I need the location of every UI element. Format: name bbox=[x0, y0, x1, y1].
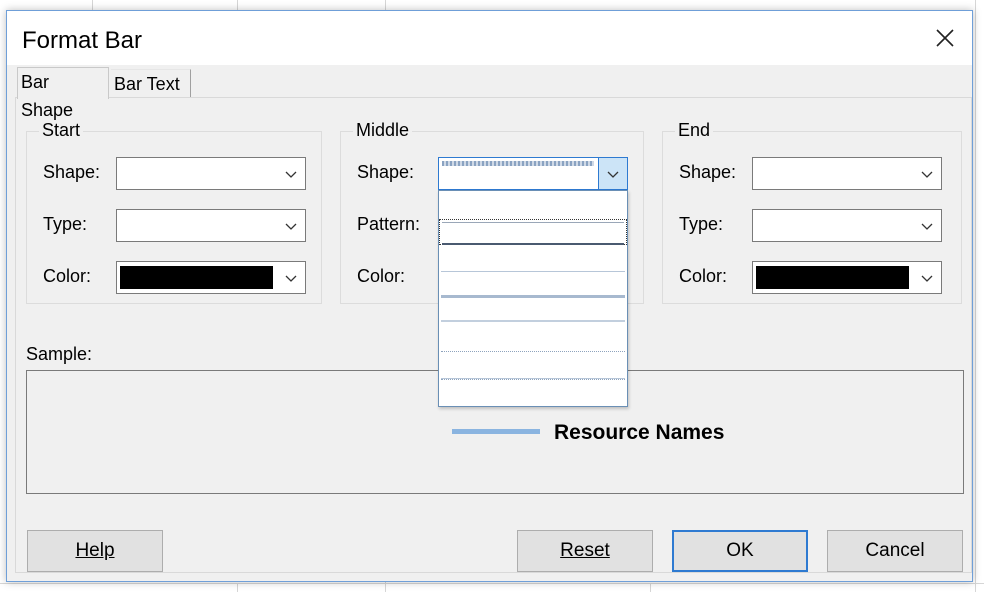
tab-bar-text[interactable]: Bar Text bbox=[111, 69, 191, 97]
end-type-dropdown[interactable] bbox=[752, 209, 942, 242]
shape-option-middle-bar[interactable] bbox=[439, 275, 627, 301]
sample-label: Sample: bbox=[26, 344, 93, 364]
close-icon bbox=[936, 29, 954, 47]
end-shape-label: Shape: bbox=[679, 162, 737, 182]
shape-option-thin-bar[interactable] bbox=[439, 301, 627, 327]
shape-option-full-bar[interactable] bbox=[439, 219, 627, 245]
end-group: End Shape: Type: Color: bbox=[662, 120, 962, 304]
end-type-label: Type: bbox=[679, 214, 724, 234]
cancel-button-label: Cancel bbox=[865, 540, 925, 561]
reset-button-label: Reset bbox=[560, 540, 610, 561]
dialog-title: Format Bar bbox=[22, 27, 143, 54]
middle-pattern-label: Pattern: bbox=[357, 214, 421, 234]
cancel-button[interactable]: Cancel bbox=[827, 530, 963, 572]
chevron-down-icon bbox=[285, 275, 297, 282]
ok-button-label: OK bbox=[726, 540, 754, 561]
title-bar: Format Bar bbox=[7, 11, 972, 65]
start-color-label: Color: bbox=[43, 266, 92, 286]
chevron-down-icon bbox=[285, 223, 297, 230]
tab-bar-shape[interactable]: Bar Shape bbox=[17, 67, 109, 120]
chevron-down-icon bbox=[607, 171, 619, 178]
middle-shape-options-list[interactable] bbox=[438, 190, 628, 407]
sample-bar-text: Resource Names bbox=[554, 421, 725, 444]
shape-option-top-line[interactable] bbox=[439, 247, 627, 273]
shape-preview bbox=[442, 161, 594, 166]
sample-bar bbox=[452, 429, 540, 434]
start-group: Start Shape: Type: Color: bbox=[26, 120, 322, 304]
middle-shape-label: Shape: bbox=[357, 162, 415, 182]
end-shape-dropdown[interactable] bbox=[752, 157, 942, 190]
chevron-down-icon bbox=[285, 171, 297, 178]
middle-color-label: Color: bbox=[357, 266, 406, 286]
start-shape-label: Shape: bbox=[43, 162, 101, 182]
reset-button[interactable]: Reset bbox=[517, 530, 653, 572]
middle-shape-dropdown[interactable] bbox=[438, 157, 628, 190]
start-type-label: Type: bbox=[43, 214, 88, 234]
close-button[interactable] bbox=[926, 21, 964, 55]
shape-option-bottom-line[interactable] bbox=[439, 353, 627, 379]
start-color-dropdown[interactable] bbox=[116, 261, 306, 294]
ok-button[interactable]: OK bbox=[672, 530, 808, 572]
end-color-label: Color: bbox=[679, 266, 728, 286]
color-swatch bbox=[120, 266, 273, 289]
dropdown-arrow-button[interactable] bbox=[598, 158, 627, 189]
middle-group-title: Middle bbox=[353, 120, 413, 141]
color-swatch bbox=[756, 266, 909, 289]
chevron-down-icon bbox=[921, 223, 933, 230]
end-color-dropdown[interactable] bbox=[752, 261, 942, 294]
shape-option-dotted-bar[interactable] bbox=[439, 327, 627, 353]
chevron-down-icon bbox=[921, 171, 933, 178]
end-group-title: End bbox=[675, 120, 714, 141]
shape-option-none[interactable] bbox=[439, 193, 627, 219]
chevron-down-icon bbox=[921, 275, 933, 282]
shape-option-low-bar[interactable] bbox=[439, 379, 627, 405]
help-button-label: Help bbox=[75, 540, 115, 561]
start-shape-dropdown[interactable] bbox=[116, 157, 306, 190]
help-button[interactable]: Help bbox=[27, 530, 163, 572]
start-type-dropdown[interactable] bbox=[116, 209, 306, 242]
